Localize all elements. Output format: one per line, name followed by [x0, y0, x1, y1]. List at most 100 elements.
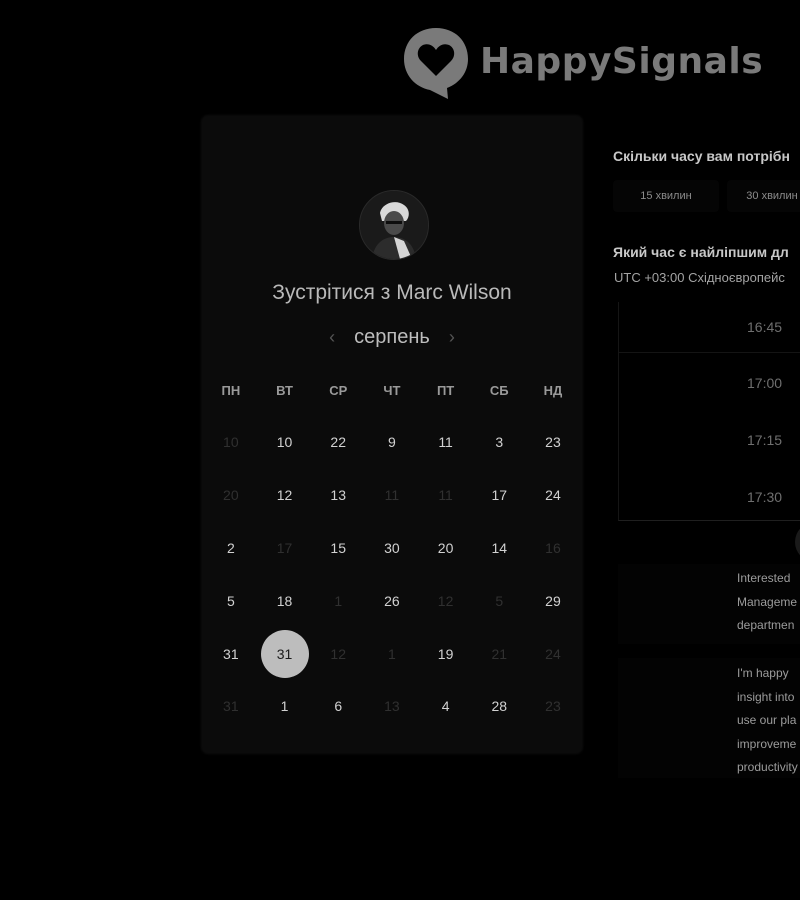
day-number: 9 [388, 434, 396, 451]
duration-30-button[interactable]: 30 хвилин [727, 180, 800, 212]
available-day[interactable]: 26 [365, 574, 419, 627]
day-number: 10 [276, 434, 293, 451]
time-question: Який час є найліпшим дл [613, 244, 789, 260]
chat-avatar [795, 522, 800, 562]
available-day[interactable]: 1 [258, 680, 312, 733]
timezone-selector[interactable]: UTC +03:00 Східноєвропейс [614, 270, 785, 285]
selected-day[interactable]: 31 [258, 627, 312, 680]
time-slot-label: 17:15 [747, 432, 783, 448]
next-month-button[interactable]: › [438, 327, 466, 348]
available-day[interactable]: 28 [472, 680, 526, 733]
message-line: productivity [737, 760, 798, 774]
available-day[interactable]: 12 [258, 469, 312, 522]
booking-panel: Скільки часу вам потрібн 15 хвилин 30 хв… [613, 0, 800, 900]
weekday-header: ПН ВТ СР ЧТ ПТ СБ НД [204, 383, 582, 398]
day-number: 17 [491, 487, 508, 504]
unavailable-day: 31 [204, 680, 258, 733]
available-day[interactable]: 2 [204, 522, 258, 575]
day-number: 6 [334, 698, 343, 715]
duration-15-button[interactable]: 15 хвилин [613, 180, 719, 212]
day-number: 10 [223, 434, 239, 451]
day-number: 14 [491, 539, 508, 556]
day-number: 11 [438, 487, 453, 504]
day-number: 12 [276, 487, 293, 504]
day-number: 24 [545, 487, 561, 504]
day-number: 1 [334, 592, 343, 609]
message-line: improveme [737, 736, 797, 751]
message-text: Interested Manageme departmen [737, 567, 797, 638]
available-day[interactable]: 19 [419, 627, 473, 680]
available-day[interactable]: 10 [258, 416, 312, 469]
available-day[interactable]: 23 [526, 416, 580, 469]
day-number: 4 [441, 698, 450, 715]
unavailable-day: 20 [204, 469, 258, 522]
message-line: insight into [737, 689, 795, 704]
available-day[interactable]: 24 [526, 469, 580, 522]
unavailable-day: 11 [365, 469, 419, 522]
day-number: 30 [384, 539, 400, 556]
day-number: 29 [545, 592, 561, 609]
unavailable-day: 16 [526, 522, 580, 575]
time-slot-label: 16:45 [747, 319, 783, 335]
unavailable-day: 5 [472, 574, 526, 627]
day-number: 23 [545, 698, 561, 715]
day-number: 31 [223, 698, 239, 715]
available-day[interactable]: 4 [419, 680, 473, 733]
current-month: серпень [354, 326, 430, 348]
time-slot[interactable]: 17:30 [619, 472, 800, 522]
previous-month-button[interactable]: ‹ [318, 327, 346, 348]
available-day[interactable]: 3 [472, 416, 526, 469]
day-grid: 10 10 22 9 11 3 23 20 12 13 11 11 17 24 2 17 15 30 20 14 16 5… [204, 416, 582, 733]
day-number: 28 [491, 698, 508, 715]
available-day[interactable]: 31 [204, 627, 258, 680]
available-day[interactable]: 29 [526, 574, 580, 627]
weekday-label: ПН [221, 383, 241, 398]
day-number: 5 [226, 592, 235, 609]
weekday-label: НД [543, 383, 563, 398]
unavailable-day: 1 [311, 574, 365, 627]
unavailable-day: 24 [526, 627, 580, 680]
day-number: 2 [226, 539, 235, 556]
heart-bubble-icon [404, 28, 468, 99]
available-day[interactable]: 17 [472, 469, 526, 522]
day-number: 22 [330, 434, 346, 451]
time-slot-label: 17:30 [747, 489, 783, 505]
available-day[interactable]: 20 [419, 522, 473, 575]
message-line: Manageme [737, 594, 798, 609]
weekday-label: СР [329, 383, 348, 398]
day-number: 5 [495, 592, 504, 609]
time-slot-list: 16:45 17:00 17:15 17:30 [618, 302, 800, 521]
unavailable-day: 17 [258, 522, 312, 575]
available-day[interactable]: 14 [472, 522, 526, 575]
available-day[interactable]: 13 [311, 469, 365, 522]
day-number: 11 [438, 434, 453, 451]
unavailable-day: 12 [419, 574, 473, 627]
day-number: 11 [384, 487, 400, 504]
unavailable-day: 10 [204, 416, 258, 469]
day-number: 19 [437, 645, 454, 662]
available-day[interactable]: 6 [311, 680, 365, 733]
day-number: 13 [330, 487, 346, 504]
available-day[interactable]: 22 [311, 416, 365, 469]
available-day[interactable]: 11 [419, 416, 473, 469]
message-line: departmen [737, 618, 795, 632]
unavailable-day: 21 [472, 627, 526, 680]
day-number: 31 [223, 645, 239, 662]
day-number: 17 [276, 539, 293, 556]
available-day[interactable]: 30 [365, 522, 419, 575]
unavailable-day: 13 [365, 680, 419, 733]
weekday-label: ПТ [436, 383, 455, 398]
time-slot[interactable]: 16:45 [619, 302, 800, 353]
weekday-label: СБ [489, 383, 509, 398]
time-slot[interactable]: 17:00 [619, 358, 800, 408]
available-day[interactable]: 9 [365, 416, 419, 469]
day-number: 1 [388, 645, 396, 662]
day-number: 12 [437, 592, 454, 609]
available-day[interactable]: 15 [311, 522, 365, 575]
time-slot[interactable]: 17:15 [619, 415, 800, 465]
day-number: 20 [223, 487, 239, 504]
duration-question: Скільки часу вам потрібн [613, 148, 790, 164]
available-day[interactable]: 5 [204, 574, 258, 627]
available-day[interactable]: 18 [258, 574, 312, 627]
message-line: Interested [737, 571, 791, 585]
